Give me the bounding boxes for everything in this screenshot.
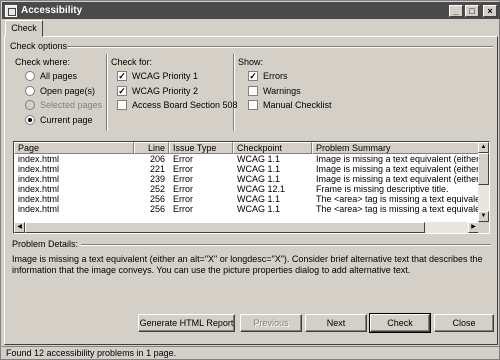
arrow-down-icon: ▼ <box>480 213 487 219</box>
close-icon: × <box>487 5 493 16</box>
radio-open-pages[interactable]: Open page(s) <box>25 86 95 96</box>
arrow-left-icon: ◀ <box>17 224 22 230</box>
close-button[interactable]: Close <box>434 314 494 332</box>
previous-button: Previous <box>240 314 302 332</box>
checkbox-errors[interactable]: ✓ Errors <box>248 71 288 81</box>
checkbox-label: WCAG Priority 1 <box>132 71 199 81</box>
results-table: Page Line Issue Type Checkpoint Problem … <box>13 141 490 234</box>
group-divider <box>67 46 493 48</box>
radio-indicator <box>25 100 35 110</box>
next-button[interactable]: Next <box>305 314 367 332</box>
scroll-down-button[interactable]: ▼ <box>478 211 489 222</box>
table-row[interactable]: index.html 256 Error WCAG 1.1 The <area>… <box>14 204 479 214</box>
check-for-heading: Check for: <box>111 57 153 67</box>
minimize-icon: _ <box>453 5 459 16</box>
details-divider <box>81 244 491 246</box>
radio-label: Selected pages <box>40 100 103 110</box>
checkbox-warnings[interactable]: Warnings <box>248 86 301 96</box>
radio-indicator[interactable] <box>25 86 35 96</box>
problem-details-text: Image is missing a text equivalent (eith… <box>12 254 483 275</box>
status-bar: Found 12 accessibility problems in 1 pag… <box>2 346 500 360</box>
column-header-issue-type[interactable]: Issue Type <box>169 142 233 154</box>
scroll-left-button[interactable]: ◀ <box>14 222 25 233</box>
close-window-button[interactable]: × <box>483 4 497 17</box>
check-options-title: Check options <box>10 41 68 51</box>
checkbox-indicator[interactable]: ✓ <box>117 71 127 81</box>
title-bar: Accessibility _ □ × <box>2 2 500 19</box>
radio-selected-pages: Selected pages <box>25 100 102 110</box>
checkbox-section-508[interactable]: Access Board Section 508 <box>117 100 238 110</box>
checkbox-wcag-priority-2[interactable]: ✓ WCAG Priority 2 <box>117 86 198 96</box>
checkbox-label: Manual Checklist <box>263 100 332 110</box>
checkbox-indicator[interactable]: ✓ <box>248 71 258 81</box>
table-body: index.html 206 Error WCAG 1.1 Image is m… <box>14 154 479 214</box>
checkbox-manual-checklist[interactable]: Manual Checklist <box>248 100 332 110</box>
show-heading: Show: <box>238 57 264 67</box>
table-row[interactable]: index.html 252 Error WCAG 12.1 Frame is … <box>14 184 479 194</box>
checkbox-indicator[interactable] <box>117 100 127 110</box>
radio-indicator[interactable] <box>25 71 35 81</box>
arrow-right-icon: ▶ <box>471 224 476 230</box>
scrollbar-thumb[interactable] <box>478 153 489 185</box>
column-header-problem-summary[interactable]: Problem Summary <box>312 142 479 154</box>
radio-label: Open page(s) <box>40 86 96 96</box>
column-header-line[interactable]: Line <box>134 142 169 154</box>
window-title: Accessibility <box>21 5 83 16</box>
column-header-page[interactable]: Page <box>14 142 134 154</box>
scrollbar-corner <box>478 222 489 233</box>
arrow-up-icon: ▲ <box>480 144 487 150</box>
tab-check[interactable]: Check <box>5 20 43 37</box>
checkbox-label: Access Board Section 508 <box>132 100 238 110</box>
radio-label: Current page <box>40 115 93 125</box>
maximize-icon: □ <box>469 5 475 16</box>
check-where-heading: Check where: <box>15 57 71 67</box>
radio-indicator[interactable] <box>25 115 35 125</box>
checkbox-label: Warnings <box>263 86 301 96</box>
horizontal-scrollbar[interactable]: ◀ ▶ <box>14 222 479 233</box>
checkbox-label: WCAG Priority 2 <box>132 86 199 96</box>
column-divider <box>106 54 108 131</box>
scroll-up-button[interactable]: ▲ <box>478 142 489 153</box>
checkbox-indicator[interactable]: ✓ <box>117 86 127 96</box>
vertical-scrollbar[interactable]: ▲ ▼ <box>478 142 489 222</box>
maximize-button[interactable]: □ <box>465 4 479 17</box>
table-row[interactable]: index.html 239 Error WCAG 1.1 Image is m… <box>14 174 479 184</box>
table-row[interactable]: index.html 221 Error WCAG 1.1 Image is m… <box>14 164 479 174</box>
table-header: Page Line Issue Type Checkpoint Problem … <box>14 142 479 154</box>
checkbox-wcag-priority-1[interactable]: ✓ WCAG Priority 1 <box>117 71 198 81</box>
checkbox-indicator[interactable] <box>248 100 258 110</box>
minimize-button[interactable]: _ <box>449 4 463 17</box>
checkbox-label: Errors <box>263 71 288 81</box>
radio-current-page[interactable]: Current page <box>25 115 93 125</box>
problem-details-label: Problem Details: <box>12 239 79 249</box>
radio-label: All pages <box>40 71 78 81</box>
check-button[interactable]: Check <box>369 313 431 333</box>
checkbox-indicator[interactable] <box>248 86 258 96</box>
column-divider <box>233 54 235 131</box>
app-icon <box>5 4 17 17</box>
table-row[interactable]: index.html 206 Error WCAG 1.1 Image is m… <box>14 154 479 164</box>
generate-html-report-button[interactable]: Generate HTML Report <box>138 314 235 332</box>
scrollbar-thumb[interactable] <box>25 222 425 233</box>
column-header-checkpoint[interactable]: Checkpoint <box>233 142 312 154</box>
radio-all-pages[interactable]: All pages <box>25 71 77 81</box>
accessibility-dialog: Accessibility _ □ × Check Check options … <box>0 0 500 360</box>
table-row[interactable]: index.html 256 Error WCAG 1.1 The <area>… <box>14 194 479 204</box>
